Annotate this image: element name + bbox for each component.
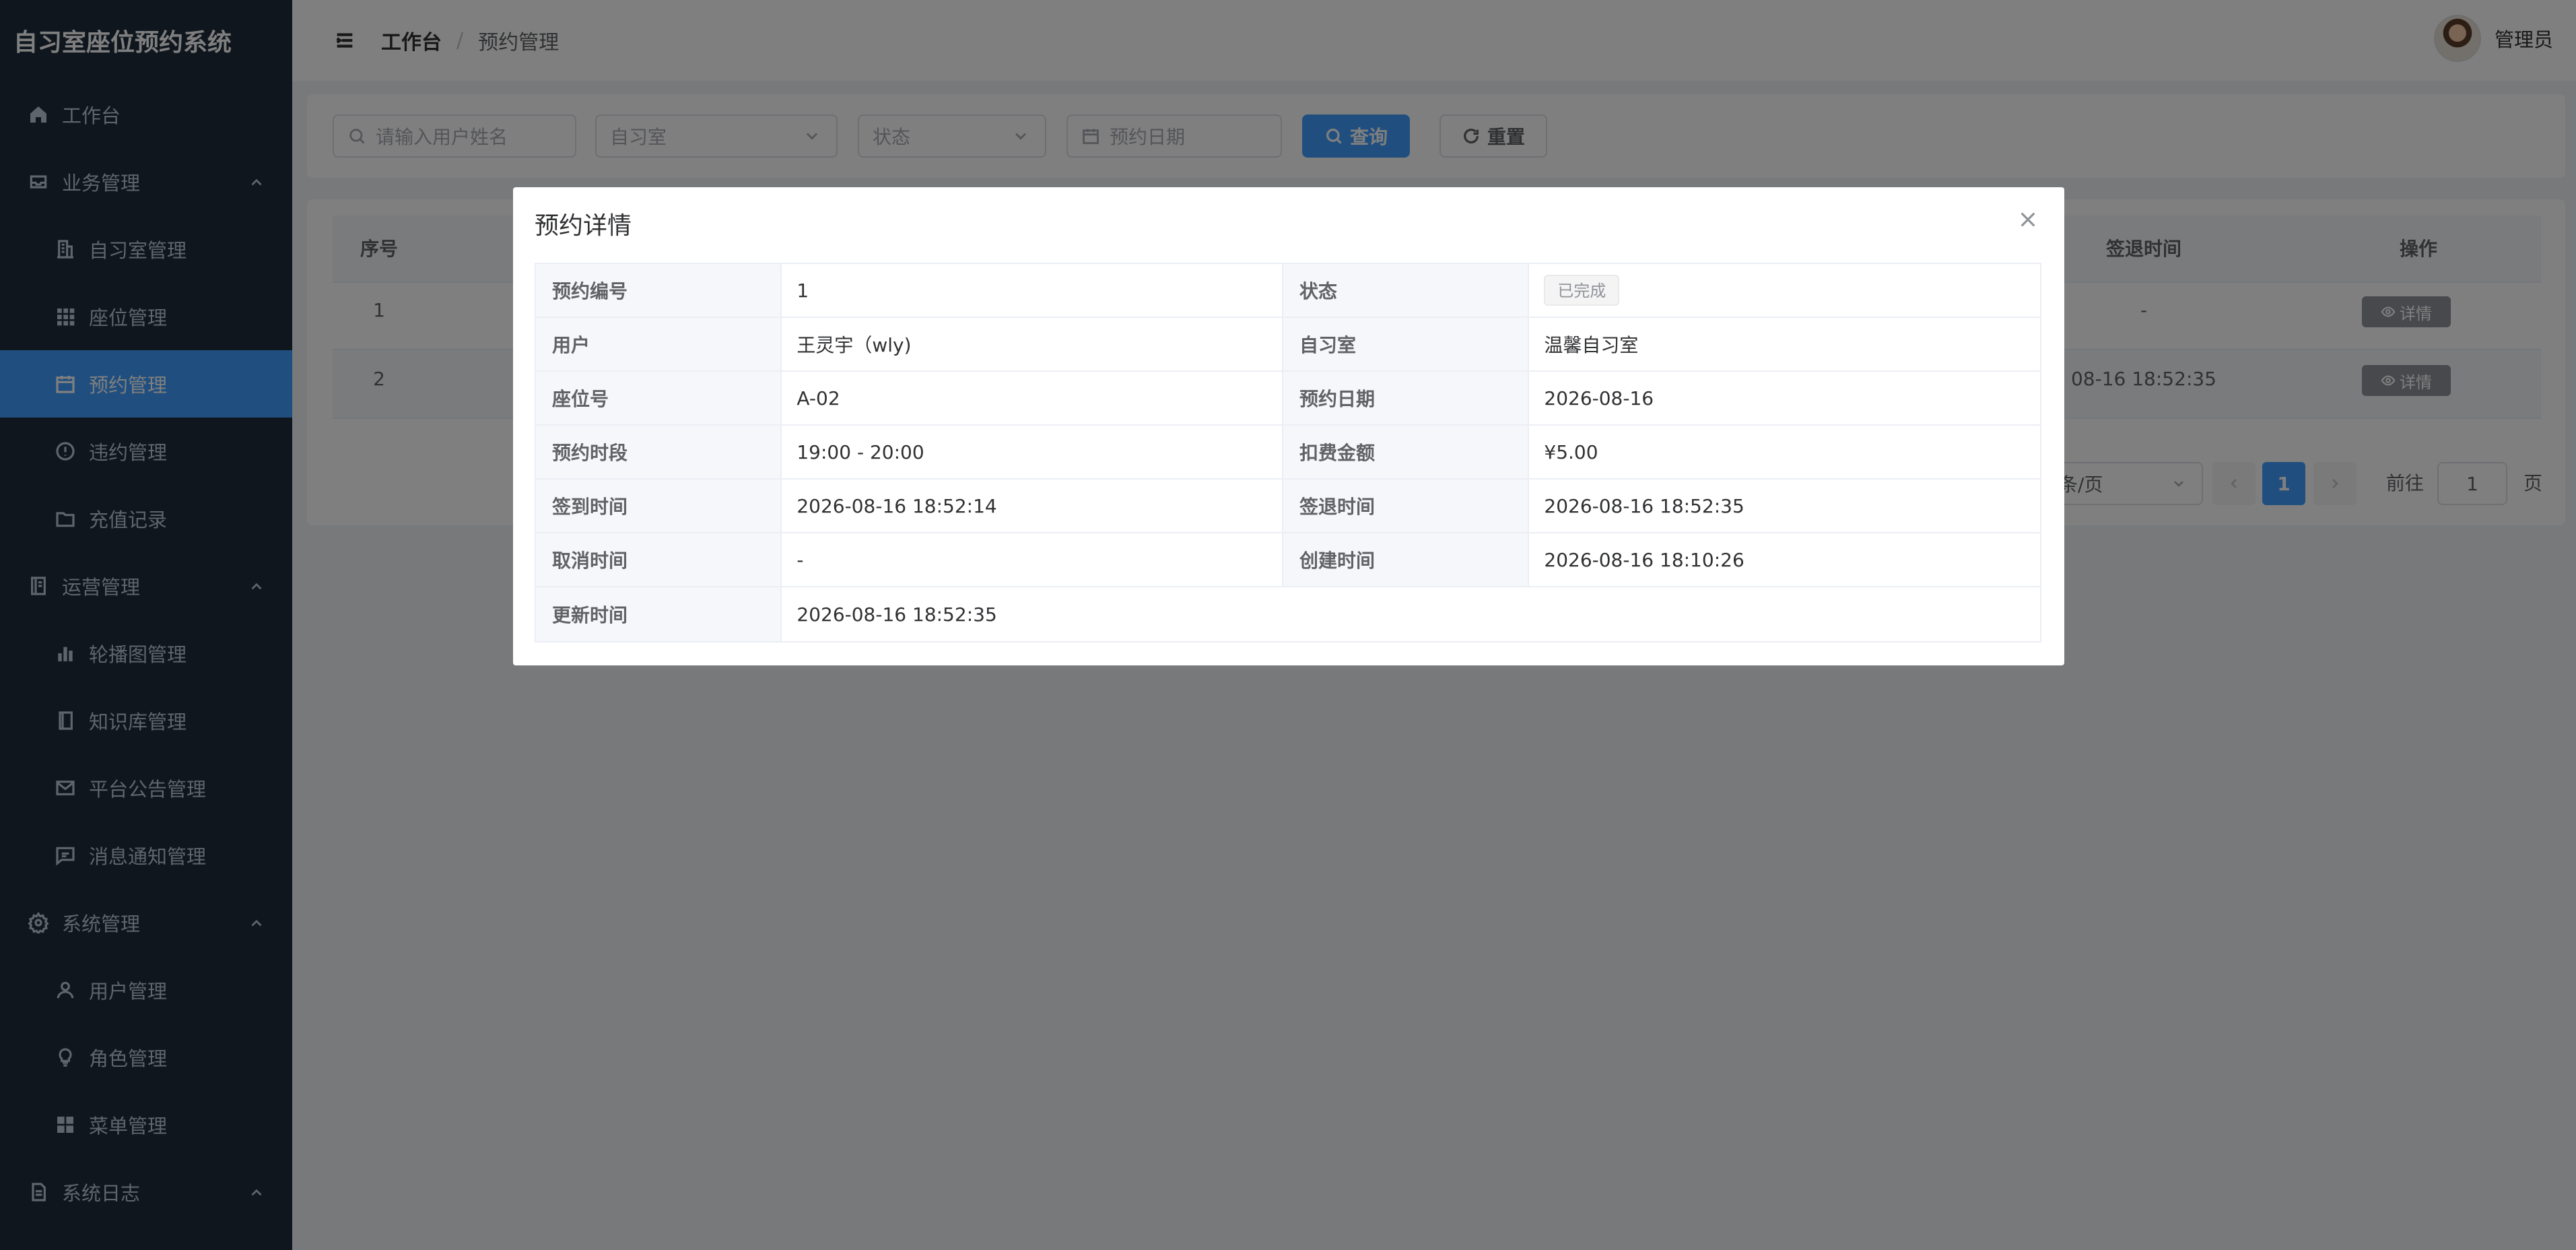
- cancel-value: -: [782, 533, 1284, 586]
- detail-label: 签退时间: [1283, 480, 1530, 532]
- status-value: 已完成: [1529, 264, 2040, 317]
- updated-value: 2026-08-16 18:52:35: [796, 603, 997, 626]
- detail-label: 预约时段: [536, 426, 782, 478]
- dialog-title: 预约详情: [535, 212, 632, 240]
- fee-value: ¥5.00: [1544, 440, 1598, 463]
- date-value: 2026-08-16: [1544, 387, 1654, 409]
- reservation-detail-dialog: 预约详情 预约编号 1 状态 已完成 用户 王灵宇（wly) 自习室 温馨自习室…: [513, 187, 2064, 665]
- checkin-value: 2026-08-16 18:52:14: [782, 480, 1284, 532]
- detail-row: 用户 王灵宇（wly) 自习室 温馨自习室: [536, 318, 2040, 372]
- created-value: 2026-08-16 18:10:26: [1544, 548, 1744, 571]
- detail-label: 预约日期: [1283, 372, 1530, 424]
- checkout-value: 2026-08-16 18:52:35: [1544, 494, 1744, 517]
- detail-row: 取消时间 - 创建时间 2026-08-16 18:10:26: [536, 533, 2040, 587]
- room-value: 温馨自习室: [1544, 334, 1639, 356]
- seat-value: A-02: [782, 372, 1284, 424]
- detail-label: 更新时间: [536, 587, 782, 641]
- close-icon[interactable]: [2017, 209, 2039, 230]
- detail-label: 预约编号: [536, 264, 782, 317]
- detail-label: 用户: [536, 318, 782, 370]
- detail-row: 预约编号 1 状态 已完成: [536, 264, 2040, 318]
- detail-row: 更新时间 2026-08-16 18:52:35: [536, 587, 2040, 641]
- detail-label: 状态: [1283, 264, 1530, 317]
- detail-row: 预约时段 19:00 - 20:00 扣费金额 ¥5.00: [536, 426, 2040, 480]
- detail-row: 签到时间 2026-08-16 18:52:14 签退时间 2026-08-16…: [536, 480, 2040, 533]
- slot-value: 19:00 - 20:00: [782, 426, 1284, 478]
- detail-label: 扣费金额: [1283, 426, 1530, 478]
- detail-label: 座位号: [536, 372, 782, 424]
- detail-label: 创建时间: [1283, 533, 1530, 586]
- detail-label: 签到时间: [536, 480, 782, 532]
- status-badge: 已完成: [1544, 275, 1620, 306]
- detail-row: 座位号 A-02 预约日期 2026-08-16: [536, 372, 2040, 426]
- detail-label: 取消时间: [536, 533, 782, 586]
- detail-label: 自习室: [1283, 318, 1530, 370]
- detail-descriptions: 预约编号 1 状态 已完成 用户 王灵宇（wly) 自习室 温馨自习室 座位号 …: [535, 263, 2041, 643]
- user-value: 王灵宇（wly): [782, 318, 1284, 370]
- reservation-no-value: 1: [782, 264, 1284, 317]
